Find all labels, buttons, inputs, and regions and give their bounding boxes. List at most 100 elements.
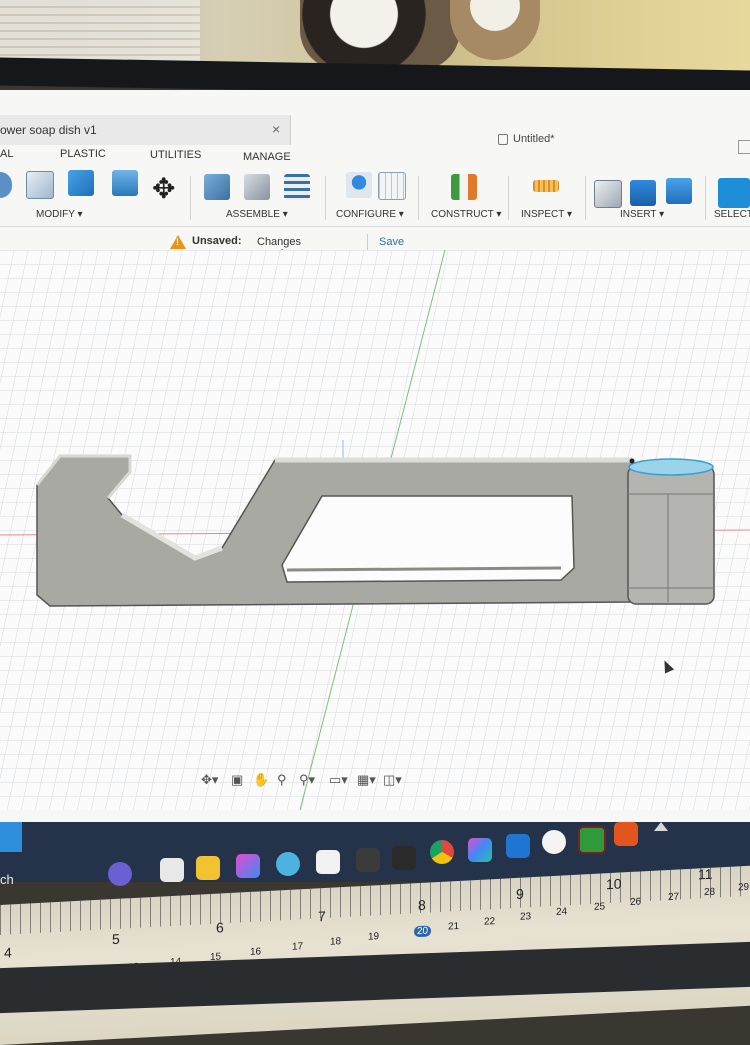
hinge-cylinder	[627, 465, 715, 605]
construct-group: CONSTRUCT ▾	[425, 162, 505, 226]
green-app-icon[interactable]	[578, 826, 606, 854]
ruler-cm: 28	[704, 886, 716, 899]
tray-app-icon[interactable]	[356, 848, 380, 872]
tab-document[interactable]: ower soap dish v1 ×	[0, 115, 291, 145]
ruler-inch: 5	[112, 930, 120, 948]
file-explorer-icon[interactable]	[196, 856, 220, 880]
menu-al[interactable]: AL	[0, 148, 13, 160]
modify-label[interactable]: MODIFY ▾	[36, 209, 83, 220]
ruler-cm: 20	[414, 925, 432, 938]
m365-copilot-icon[interactable]	[468, 838, 492, 862]
joint-icon[interactable]	[244, 174, 270, 200]
vertex-point	[629, 458, 635, 464]
copilot-icon[interactable]	[236, 854, 260, 878]
orbit-icon[interactable]: ✥▾	[201, 772, 218, 788]
outlook-icon[interactable]	[506, 834, 530, 858]
skype-icon[interactable]	[276, 852, 300, 876]
new-component-icon[interactable]	[204, 174, 230, 200]
shell-icon[interactable]	[26, 171, 54, 199]
insert-mcmaster-icon[interactable]	[630, 180, 656, 206]
ruler-cm: 26	[630, 896, 642, 908]
ruler-inch: 7	[318, 907, 326, 925]
ruler-cm: 22	[484, 916, 496, 928]
ruler-inch: 11	[698, 865, 713, 883]
combine-icon[interactable]	[68, 170, 94, 196]
ruler-inch: 6	[216, 919, 224, 936]
select-label[interactable]: SELECT	[714, 209, 750, 220]
offset-plane-icon[interactable]	[451, 174, 477, 200]
unsaved-status: Unsaved:	[192, 235, 242, 247]
menu-plastic[interactable]: PLASTIC	[60, 148, 106, 160]
untitled-tab[interactable]: Untitled*	[498, 133, 555, 145]
insert-label[interactable]: INSERT ▾	[620, 209, 664, 220]
viewports-icon[interactable]: ◫▾	[383, 772, 402, 788]
bom-icon[interactable]	[284, 174, 310, 200]
toolbar-separator	[585, 176, 586, 220]
ruler-cm: 24	[556, 906, 568, 918]
ruler-cm: 19	[368, 931, 380, 943]
fusion-icon[interactable]	[614, 822, 638, 846]
select-icon[interactable]	[718, 178, 750, 208]
ruler-inch: 4	[4, 944, 12, 961]
ruler-cm: 23	[520, 911, 532, 923]
grid-settings-icon[interactable]: ▦▾	[357, 772, 376, 788]
toolbar-separator	[508, 176, 509, 220]
ruler-cm: 21	[448, 920, 460, 933]
menu-utilities[interactable]: UTILITIES	[150, 149, 201, 161]
save-link[interactable]: Save	[379, 236, 404, 248]
chrome-icon[interactable]	[430, 840, 454, 864]
configure-group: CONFIGURE ▾	[330, 162, 420, 226]
configure-label[interactable]: CONFIGURE ▾	[336, 209, 404, 220]
tab-title: ower soap dish v1	[0, 123, 97, 137]
insert-canvas-icon[interactable]	[666, 178, 692, 204]
zoom-window-icon[interactable]: ⚲▾	[299, 772, 315, 788]
look-at-icon[interactable]: ▣	[231, 772, 243, 788]
task-view-icon[interactable]	[160, 858, 184, 882]
ruler-cm: 29	[738, 881, 750, 894]
ruler-cm: 16	[250, 946, 262, 958]
workspace-menus: AL PLASTIC UTILITIES MANAGE	[0, 146, 750, 163]
lock-icon	[498, 133, 508, 145]
ruler-cm: 25	[594, 901, 606, 913]
assemble-group: ASSEMBLE ▾	[200, 162, 320, 226]
select-group: SELECT	[712, 162, 750, 226]
move-icon[interactable]: ✥	[152, 172, 175, 205]
configure-icon[interactable]	[346, 172, 372, 198]
modify-group: MODIFY ▾	[0, 162, 145, 226]
untitled-label: Untitled*	[513, 133, 555, 145]
pan-icon[interactable]: ✋	[253, 772, 269, 788]
amazon-icon[interactable]	[316, 850, 340, 874]
ruler-cm: 27	[668, 891, 680, 903]
filament-spool	[300, 0, 460, 70]
tray-overflow-icon[interactable]	[654, 822, 668, 831]
close-icon[interactable]: ×	[272, 121, 280, 137]
insert-group: INSERT ▾	[590, 162, 705, 226]
construct-label[interactable]: CONSTRUCT ▾	[431, 209, 501, 220]
press-pull-icon[interactable]	[0, 172, 12, 198]
scale-icon[interactable]	[112, 170, 138, 196]
filament-spool-2	[450, 0, 540, 60]
toolbar-separator	[190, 176, 191, 220]
taskbar-search-label[interactable]: ch	[0, 872, 14, 887]
taskbar-app-icon[interactable]	[0, 822, 22, 852]
measure-icon[interactable]	[533, 180, 559, 192]
insert-derive-icon[interactable]	[594, 180, 622, 208]
ruler-inch: 9	[516, 885, 524, 902]
viewport-canvas[interactable]	[0, 250, 750, 810]
toolbar-separator	[705, 176, 706, 220]
document-tabs: ower soap dish v1 ×	[0, 115, 750, 145]
hinge-top-face	[628, 458, 714, 476]
toolbar-separator	[325, 176, 326, 220]
zoom-icon[interactable]: ⚲	[277, 772, 287, 788]
display-settings-icon[interactable]: ▭▾	[329, 772, 348, 788]
cutout-inner-edge	[286, 566, 562, 572]
inspect-label[interactable]: INSPECT ▾	[521, 209, 572, 220]
cursive-icon[interactable]	[542, 830, 566, 854]
assemble-label[interactable]: ASSEMBLE ▾	[226, 209, 288, 220]
ruler-inch: 10	[606, 875, 622, 893]
configure-table-icon[interactable]	[378, 172, 406, 200]
toolbar-separator	[418, 176, 419, 220]
copilot-bunny-icon[interactable]	[108, 862, 132, 886]
ruler-inch: 8	[418, 896, 426, 914]
game-icon[interactable]	[392, 846, 416, 870]
